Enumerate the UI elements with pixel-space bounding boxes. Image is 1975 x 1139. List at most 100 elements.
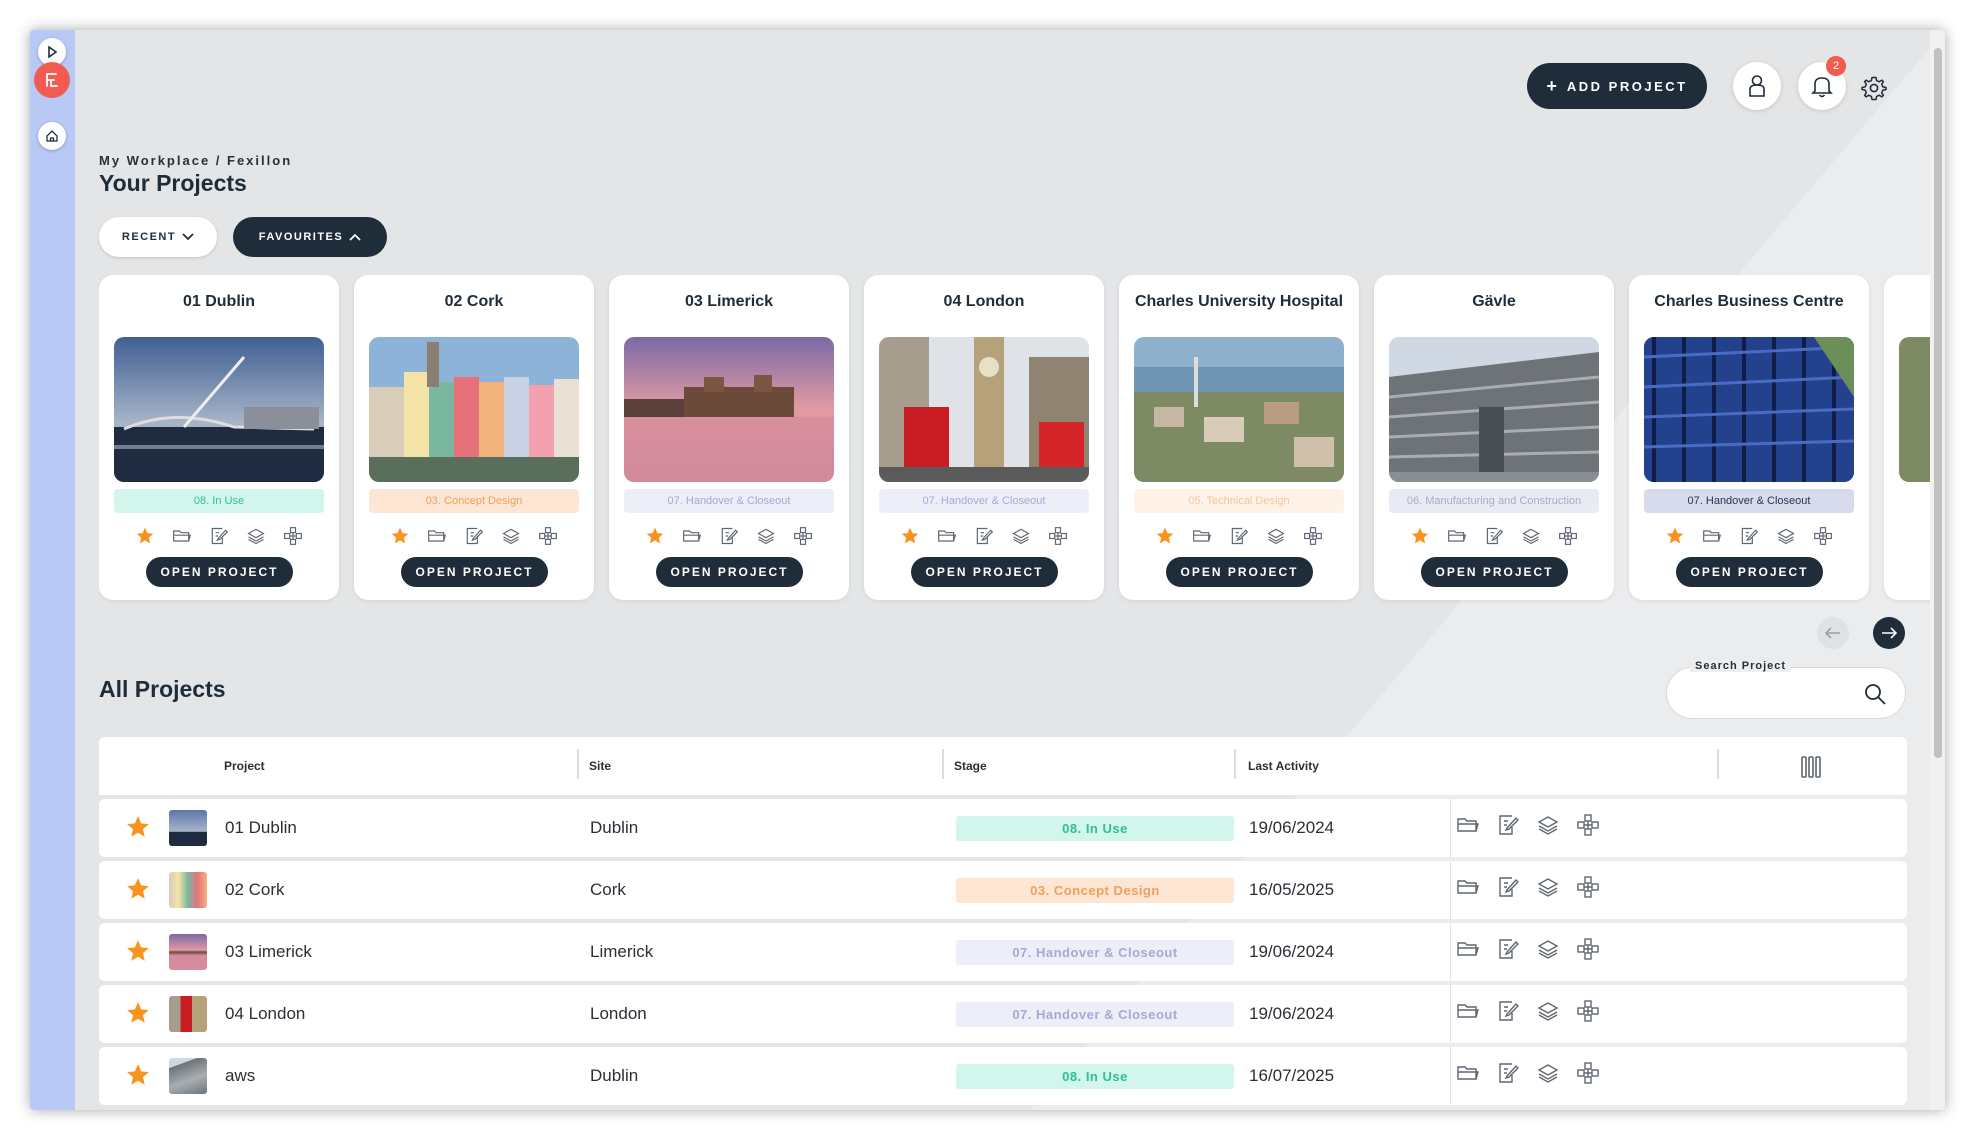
- edit-document-icon[interactable]: [1739, 526, 1759, 546]
- folder-icon[interactable]: [1456, 999, 1480, 1023]
- open-project-button[interactable]: OPEN PROJECT: [146, 557, 293, 587]
- folder-icon[interactable]: [1456, 813, 1480, 837]
- layers-icon[interactable]: [1521, 526, 1541, 546]
- star-icon[interactable]: [125, 814, 151, 840]
- network-icon[interactable]: [1576, 999, 1600, 1023]
- column-header-stage[interactable]: Stage: [954, 759, 987, 773]
- column-divider[interactable]: [1234, 749, 1236, 779]
- star-icon[interactable]: [125, 876, 151, 902]
- folder-icon[interactable]: [682, 526, 702, 546]
- project-name[interactable]: aws: [225, 1066, 255, 1086]
- layers-icon[interactable]: [756, 526, 776, 546]
- network-icon[interactable]: [1048, 526, 1068, 546]
- layers-icon[interactable]: [246, 526, 266, 546]
- open-project-button[interactable]: OPEN PROJECT: [1421, 557, 1568, 587]
- open-project-button[interactable]: OPEN PROJECT: [1676, 557, 1823, 587]
- project-name[interactable]: 02 Cork: [225, 880, 285, 900]
- star-icon[interactable]: [125, 938, 151, 964]
- network-icon[interactable]: [283, 526, 303, 546]
- network-icon[interactable]: [1576, 1061, 1600, 1085]
- carousel-prev-button[interactable]: [1817, 617, 1849, 649]
- folder-icon[interactable]: [937, 526, 957, 546]
- home-button[interactable]: [38, 122, 66, 150]
- layers-icon[interactable]: [1536, 875, 1560, 899]
- scrollbar[interactable]: [1930, 30, 1945, 1110]
- star-icon[interactable]: [1155, 526, 1175, 546]
- edit-document-icon[interactable]: [1496, 1061, 1520, 1085]
- folder-icon[interactable]: [1447, 526, 1467, 546]
- table-row[interactable]: aws Dublin 08. In Use 16/07/2025: [99, 1047, 1907, 1105]
- layers-icon[interactable]: [1266, 526, 1286, 546]
- edit-document-icon[interactable]: [464, 526, 484, 546]
- table-row[interactable]: 04 London London 07. Handover & Closeout…: [99, 985, 1907, 1043]
- columns-icon[interactable]: [1799, 755, 1823, 779]
- network-icon[interactable]: [1576, 875, 1600, 899]
- network-icon[interactable]: [1576, 937, 1600, 961]
- open-project-button[interactable]: OPEN PROJECT: [911, 557, 1058, 587]
- edit-document-icon[interactable]: [209, 526, 229, 546]
- edit-document-icon[interactable]: [974, 526, 994, 546]
- folder-icon[interactable]: [172, 526, 192, 546]
- edit-document-icon[interactable]: [1484, 526, 1504, 546]
- column-header-site[interactable]: Site: [589, 759, 611, 773]
- folder-icon[interactable]: [1456, 937, 1480, 961]
- star-icon[interactable]: [900, 526, 920, 546]
- table-row[interactable]: 03 Limerick Limerick 07. Handover & Clos…: [99, 923, 1907, 981]
- folder-icon[interactable]: [1702, 526, 1722, 546]
- folder-icon[interactable]: [1192, 526, 1212, 546]
- star-icon[interactable]: [1410, 526, 1430, 546]
- network-icon[interactable]: [1813, 526, 1833, 546]
- favourites-filter-button[interactable]: FAVOURITES: [233, 217, 387, 257]
- edit-document-icon[interactable]: [1229, 526, 1249, 546]
- notifications-button[interactable]: 2: [1798, 56, 1846, 110]
- layers-icon[interactable]: [1776, 526, 1796, 546]
- table-row[interactable]: 01 Dublin Dublin 08. In Use 19/06/2024: [99, 799, 1907, 857]
- column-header-last-activity[interactable]: Last Activity: [1248, 759, 1319, 773]
- star-icon[interactable]: [645, 526, 665, 546]
- layers-icon[interactable]: [1011, 526, 1031, 546]
- edit-document-icon[interactable]: [1496, 937, 1520, 961]
- edit-document-icon[interactable]: [1496, 813, 1520, 837]
- network-icon[interactable]: [538, 526, 558, 546]
- table-row[interactable]: 02 Cork Cork 03. Concept Design 16/05/20…: [99, 861, 1907, 919]
- network-icon[interactable]: [1576, 813, 1600, 837]
- carousel-next-button[interactable]: [1873, 617, 1905, 649]
- search-project-input[interactable]: [1687, 680, 1857, 706]
- project-name[interactable]: 04 London: [225, 1004, 305, 1024]
- layers-icon[interactable]: [501, 526, 521, 546]
- folder-icon[interactable]: [1456, 875, 1480, 899]
- star-icon[interactable]: [125, 1000, 151, 1026]
- column-header-project[interactable]: Project: [224, 759, 265, 773]
- recent-filter-button[interactable]: RECENT: [99, 217, 217, 257]
- star-icon[interactable]: [135, 526, 155, 546]
- layers-icon[interactable]: [1536, 937, 1560, 961]
- add-project-button[interactable]: + ADD PROJECT: [1527, 63, 1707, 109]
- column-divider[interactable]: [1717, 749, 1719, 779]
- network-icon[interactable]: [793, 526, 813, 546]
- app-logo[interactable]: [34, 62, 70, 98]
- edit-document-icon[interactable]: [719, 526, 739, 546]
- user-profile-button[interactable]: [1733, 62, 1781, 110]
- open-project-button[interactable]: OPEN PROJECT: [401, 557, 548, 587]
- folder-icon[interactable]: [1456, 1061, 1480, 1085]
- open-project-button[interactable]: OPEN PROJECT: [656, 557, 803, 587]
- project-name[interactable]: 03 Limerick: [225, 942, 312, 962]
- layers-icon[interactable]: [1536, 813, 1560, 837]
- star-icon[interactable]: [390, 526, 410, 546]
- edit-document-icon[interactable]: [1496, 999, 1520, 1023]
- settings-button[interactable]: [1860, 74, 1888, 102]
- column-divider[interactable]: [942, 749, 944, 779]
- project-name[interactable]: 01 Dublin: [225, 818, 297, 838]
- layers-icon[interactable]: [1536, 1061, 1560, 1085]
- edit-document-icon[interactable]: [1496, 875, 1520, 899]
- network-icon[interactable]: [1558, 526, 1578, 546]
- open-project-button[interactable]: OPEN PROJECT: [1166, 557, 1313, 587]
- scrollbar-thumb[interactable]: [1934, 48, 1942, 758]
- folder-icon[interactable]: [427, 526, 447, 546]
- search-icon[interactable]: [1863, 682, 1887, 706]
- network-icon[interactable]: [1303, 526, 1323, 546]
- star-icon[interactable]: [125, 1062, 151, 1088]
- star-icon[interactable]: [1665, 526, 1685, 546]
- layers-icon[interactable]: [1536, 999, 1560, 1023]
- column-divider[interactable]: [577, 749, 579, 779]
